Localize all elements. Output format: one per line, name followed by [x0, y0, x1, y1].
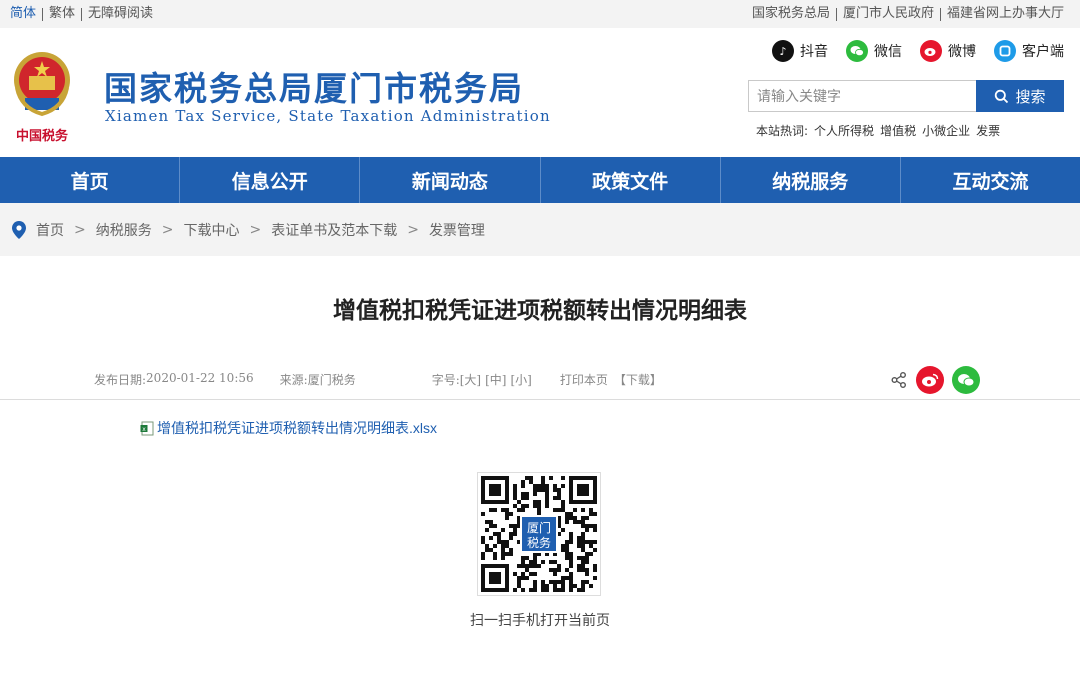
attachment: x 增值税扣税凭证进项税额转出情况明细表.xlsx — [140, 418, 437, 438]
social-weibo[interactable]: 微博 — [920, 40, 976, 62]
svg-text:中国税务: 中国税务 — [16, 128, 69, 144]
breadcrumb-item[interactable]: 下载中心 — [183, 220, 239, 240]
qr-badge-text-bottom: 税务 — [527, 535, 551, 550]
qr-code-image: 厦门税务 — [481, 476, 597, 592]
font-size-medium[interactable]: [中] — [485, 371, 506, 388]
link-sta[interactable]: 国家税务总局 — [752, 6, 830, 22]
date-label: 发布日期: — [94, 373, 147, 387]
excel-file-icon: x — [140, 421, 154, 435]
search-button[interactable]: 搜索 — [976, 80, 1064, 112]
lang-traditional-link[interactable]: 繁体 — [49, 6, 75, 22]
share-wechat-button[interactable] — [952, 366, 980, 394]
nav-item-home[interactable]: 首页 — [0, 157, 181, 203]
nav-item-tax-service[interactable]: 纳税服务 — [721, 157, 901, 203]
breadcrumb-separator: > — [407, 221, 419, 238]
breadcrumb: 首页 > 纳税服务 > 下载中心 > 表证单书及范本下载 > 发票管理 — [0, 203, 1080, 256]
font-size-label: 字号: — [431, 373, 460, 387]
language-switcher: 简体 繁体 无障碍阅读 — [10, 6, 153, 22]
nav-item-policy[interactable]: 政策文件 — [541, 157, 721, 203]
social-links: ♪ 抖音 微信 微博 客户端 — [772, 40, 1064, 62]
site-subtitle: Xiamen Tax Service, State Taxation Admin… — [105, 107, 551, 125]
source-label: 来源: — [279, 373, 308, 387]
social-label: 微博 — [948, 44, 976, 60]
social-app[interactable]: 客户端 — [994, 40, 1064, 62]
link-fujian-hall[interactable]: 福建省网上办事大厅 — [947, 6, 1064, 22]
search-box: 搜索 — [748, 80, 1064, 112]
content-divider — [0, 399, 1080, 400]
source-value: 厦门税务 — [307, 373, 356, 387]
app-icon — [994, 40, 1016, 62]
social-tiktok[interactable]: ♪ 抖音 — [772, 40, 828, 62]
qr-badge-text-top: 厦门 — [527, 520, 551, 535]
breadcrumb-item[interactable]: 表证单书及范本下载 — [271, 220, 397, 240]
qr-caption: 扫一扫手机打开当前页 — [470, 613, 610, 629]
main-nav: 首页 信息公开 新闻动态 政策文件 纳税服务 互动交流 — [0, 157, 1080, 203]
hot-word-link[interactable]: 增值税 — [880, 122, 916, 139]
search-icon — [995, 89, 1009, 103]
site-header: 中国税务 国家税务总局厦门市税务局 Xiamen Tax Service, St… — [0, 28, 1080, 157]
attachment-link[interactable]: 增值税扣税凭证进项税额转出情况明细表.xlsx — [157, 418, 437, 438]
accessibility-link[interactable]: 无障碍阅读 — [88, 6, 153, 22]
breadcrumb-separator: > — [161, 221, 174, 238]
site-title: 国家税务总局厦门市税务局 — [104, 69, 524, 108]
weibo-icon — [922, 373, 939, 387]
hot-word-link[interactable]: 个人所得税 — [814, 122, 874, 139]
search-input[interactable] — [748, 80, 976, 112]
tiktok-icon: ♪ — [772, 40, 794, 62]
top-utility-bar: 简体 繁体 无障碍阅读 国家税务总局 厦门市人民政府 福建省网上办事大厅 — [0, 0, 1080, 28]
hot-word-link[interactable]: 小微企业 — [922, 122, 970, 139]
share-bar — [890, 366, 980, 394]
nav-item-info-disclosure[interactable]: 信息公开 — [180, 157, 361, 203]
location-pin-icon — [12, 220, 26, 239]
search-button-label: 搜索 — [1015, 87, 1046, 106]
link-xiamen-gov[interactable]: 厦门市人民政府 — [843, 6, 934, 22]
separator — [81, 7, 83, 21]
social-label: 客户端 — [1022, 44, 1064, 60]
breadcrumb-separator: > — [74, 221, 86, 238]
article-meta: 发布日期: 2020-01-22 10:56 来源: 厦门税务 字号: [大] … — [94, 371, 662, 388]
nav-item-interaction[interactable]: 互动交流 — [901, 157, 1080, 203]
hot-word-link[interactable]: 发票 — [976, 122, 1000, 139]
print-link[interactable]: 打印本页 — [560, 371, 608, 388]
hot-words-label: 本站热词: — [756, 124, 809, 138]
breadcrumb-item[interactable]: 纳税服务 — [96, 220, 152, 240]
hot-words: 本站热词: 个人所得税 增值税 小微企业 发票 — [756, 122, 1000, 139]
weibo-icon — [920, 40, 942, 62]
separator — [939, 7, 941, 21]
breadcrumb-item[interactable]: 首页 — [36, 220, 64, 240]
separator — [835, 7, 837, 21]
font-size-small[interactable]: [小] — [511, 371, 532, 388]
qr-code: 厦门 税务 — [477, 472, 601, 596]
wechat-icon — [958, 374, 975, 387]
social-label: 抖音 — [800, 44, 828, 60]
breadcrumb-item[interactable]: 发票管理 — [429, 220, 485, 240]
publish-date: 2020-01-22 10:56 — [146, 371, 254, 385]
share-icon[interactable] — [890, 371, 908, 389]
social-wechat[interactable]: 微信 — [846, 40, 902, 62]
wechat-icon — [846, 40, 868, 62]
nav-item-news[interactable]: 新闻动态 — [360, 157, 541, 203]
article-title: 增值税扣税凭证进项税额转出情况明细表 — [333, 298, 747, 324]
social-label: 微信 — [874, 44, 902, 60]
external-links: 国家税务总局 厦门市人民政府 福建省网上办事大厅 — [752, 6, 1064, 22]
lang-simplified-link[interactable]: 简体 — [10, 6, 36, 22]
tax-emblem-logo[interactable]: 中国税务 — [11, 48, 73, 148]
download-link[interactable]: 【下载】 — [614, 371, 662, 388]
font-size-large[interactable]: [大] — [460, 371, 481, 388]
separator — [42, 7, 44, 21]
share-weibo-button[interactable] — [916, 366, 944, 394]
breadcrumb-separator: > — [249, 221, 262, 238]
svg-text:x: x — [142, 425, 146, 432]
